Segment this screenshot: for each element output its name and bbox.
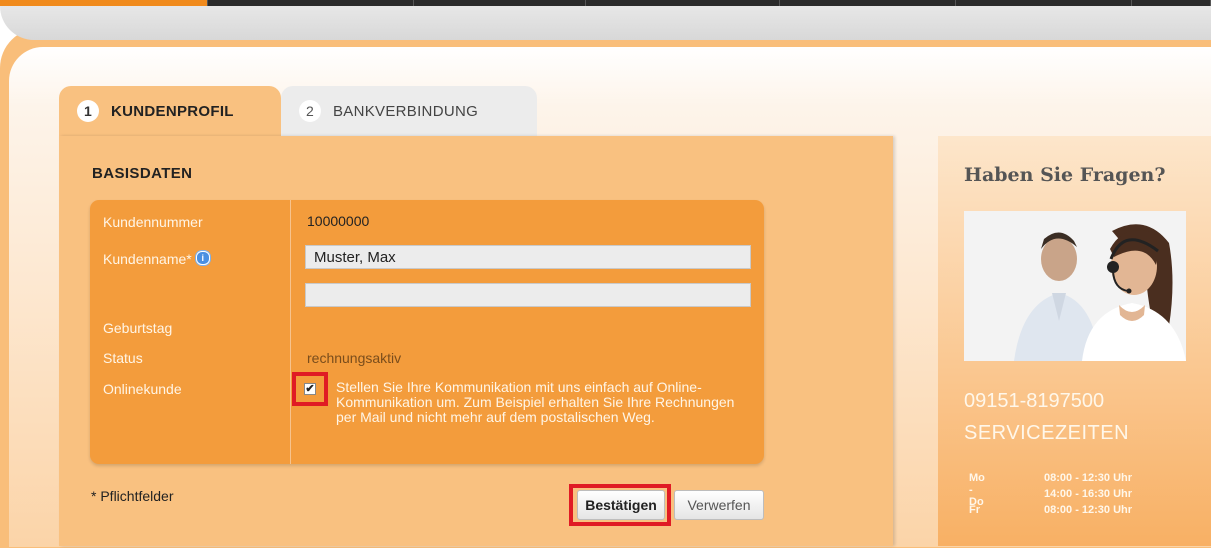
hours-time: 08:00 - 12:30 Uhr <box>1044 472 1133 484</box>
tab-step-number: 2 <box>299 100 321 122</box>
birthday-label: Geburtstag <box>103 320 173 336</box>
service-phone[interactable]: 09151-8197500 <box>964 390 1104 413</box>
customer-name-2-input[interactable] <box>305 283 751 307</box>
sidebar-title: Haben Sie Fragen? <box>964 164 1166 186</box>
tab-label: KUNDENPROFIL <box>111 102 234 120</box>
status-value: rechnungsaktiv <box>307 350 402 366</box>
support-photo <box>964 211 1186 361</box>
tab-bankverbindung[interactable]: 2 BANKVERBINDUNG <box>281 86 537 136</box>
hours-time: 14:00 - 16:30 Uhr <box>1044 488 1133 500</box>
section-title: BASISDATEN <box>92 165 193 182</box>
customer-number-label: Kundennummer <box>103 214 203 230</box>
online-customer-label: Onlinekunde <box>103 381 182 397</box>
online-checkbox-highlight: ✔ <box>292 372 328 406</box>
discard-button[interactable]: Verwerfen <box>674 490 764 520</box>
tab-label: BANKVERBINDUNG <box>333 102 479 120</box>
status-label: Status <box>103 350 143 366</box>
confirm-button[interactable]: Bestätigen <box>577 490 665 520</box>
service-hours-title: SERVICEZEITEN <box>964 422 1130 444</box>
required-fields-note: * Pflichtfelder <box>91 488 174 504</box>
form-divider <box>290 200 291 464</box>
tab-step-number: 1 <box>77 100 99 122</box>
customer-name-label: Kundenname* <box>103 251 192 267</box>
customer-number-value: 10000000 <box>307 213 370 229</box>
tab-kundenprofil[interactable]: 1 KUNDENPROFIL <box>59 86 281 136</box>
info-icon[interactable]: i <box>195 251 210 265</box>
hours-time: 08:00 - 12:30 Uhr <box>1044 504 1133 516</box>
online-description: Stellen Sie Ihre Kommunikation mit uns e… <box>336 379 735 425</box>
online-customer-checkbox[interactable]: ✔ <box>304 383 316 395</box>
hours-day: Fr <box>969 504 980 516</box>
checkmark-icon: ✔ <box>305 383 315 395</box>
customer-name-label-wrap: Kundenname* i <box>103 251 210 267</box>
step-tabs: 1 KUNDENPROFIL 2 BANKVERBINDUNG <box>59 86 537 136</box>
header-band <box>0 6 1211 40</box>
support-agents-image <box>964 211 1186 361</box>
hours-day: Mo - Do <box>969 472 985 508</box>
customer-name-input[interactable] <box>305 245 751 269</box>
